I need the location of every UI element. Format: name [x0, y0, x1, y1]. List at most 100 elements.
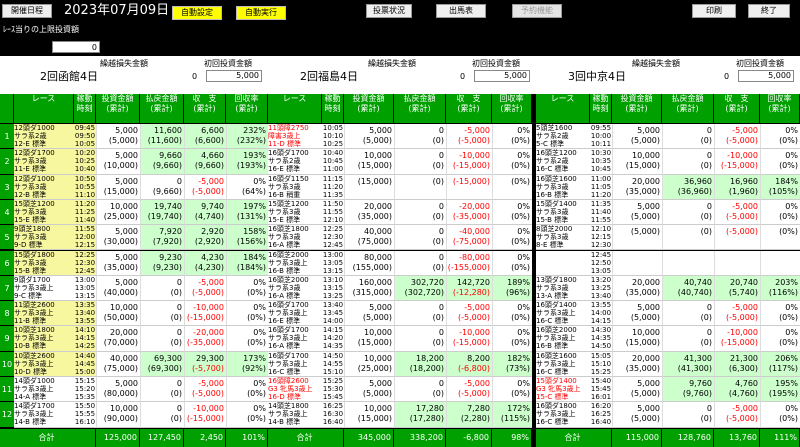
time-line: 09:45 [74, 124, 96, 132]
race-info[interactable]: 16頭ダ1400 サラ系3歳上 16-C 標準 [536, 301, 590, 327]
invest-col-header: 投資金額 (累計) [96, 94, 140, 124]
value-line: (0%) [761, 161, 798, 171]
race-info[interactable]: 16頭ダ1700 サラ系3歳上 16-C 標準 [268, 351, 322, 377]
schedule-button[interactable]: 開催日程 [2, 4, 52, 18]
value-text: 0 [176, 277, 182, 287]
value-text: 36,960 [684, 176, 712, 186]
first-invest-input[interactable]: 5,000 [474, 70, 530, 82]
race-info[interactable]: 16頭芝1200 サラ系2歳 16-C 標準 [536, 149, 590, 175]
race-info[interactable]: 15頭芝1200 サラ系3歳 15-E 標準 [14, 199, 74, 226]
race-info-line: 15頭芝1200 [14, 199, 55, 208]
balance-cell: -5,000 (-5,000) [714, 124, 760, 150]
race-info[interactable]: 14頭ダ1700 サラ系3歳上 14-B 標準 [14, 402, 74, 428]
race-info[interactable] [536, 250, 590, 276]
value-text: (0%) [511, 211, 530, 221]
race-time: 13:35 13:40 13:55 [74, 301, 96, 327]
race-info[interactable]: 16頭芝2000 サラ系3歳上 16-B 標準 [536, 326, 590, 352]
race-info[interactable]: 13頭ダ1800 サラ系3歳 13-A 標準 [536, 275, 590, 302]
value-text: 0 [176, 379, 182, 388]
race-info[interactable]: 12頭ダ1700 サラ系3歳 11-E 標準 [14, 149, 74, 175]
race-info[interactable]: 16頭ダ1700 サラ系3歳上 16-A 標準 [268, 326, 322, 352]
race-info[interactable]: 15頭ダ1400 G3 牝馬3歳上 15-C 標準 [536, 377, 590, 403]
race-info-line: サラ系3歳上 [14, 359, 54, 368]
value-text: 19,740 [154, 201, 182, 211]
race-info[interactable]: 16頭ダ1700 サラ系2歳 16-E 標準 [268, 149, 322, 175]
race-info[interactable]: 5頭芝1600 サラ系2歳 5-C 標準 [536, 124, 590, 150]
time-line: 10:20 [74, 149, 96, 158]
race-info[interactable]: 8頭芝2000 サラ系3歳 8-E 標準 [536, 225, 590, 251]
time-line: 15:20 [74, 385, 96, 393]
race-info-line: 15-C 標準 [536, 393, 569, 401]
race-info[interactable]: 15頭ダ1800 サラ系3歳 15-B 標準 [14, 250, 74, 276]
race-info[interactable]: 12頭ダ1000 サラ系2歳 12-E 標準 [14, 124, 74, 150]
race-info[interactable]: 10頭芝1800 サラ系3歳上 10-B 標準 [14, 326, 74, 352]
value-text: 20,000 [632, 176, 660, 186]
race-info[interactable]: 16頭芝2000 サラ系3歳上 16-B 標準 [268, 250, 322, 276]
value-text: (6,600) [194, 136, 224, 145]
value-text: (-5,700) [191, 363, 224, 373]
time-line: 13:15 [74, 291, 96, 300]
value-line: 8,200 [447, 354, 490, 364]
time-line: 10:05 [74, 140, 96, 148]
auto-run-button[interactable]: 自動実行 [236, 6, 286, 20]
time-line: 13:45 [322, 309, 344, 318]
time-line: 12:45 [590, 250, 612, 259]
value-line: (184%) [227, 263, 266, 273]
value-line: (-5,000) [715, 414, 758, 424]
value-text: (35,000) [625, 186, 660, 196]
time-line: 14:00 [590, 309, 612, 318]
value-text: 0% [253, 303, 266, 313]
race-info[interactable]: 16頭ダ1150 サラ系3歳 16-B 稍重 [268, 174, 322, 200]
value-text: (0%) [511, 389, 530, 398]
time-line: 10:30 [590, 149, 612, 158]
limit-input[interactable]: 0 [52, 41, 100, 53]
race-number: 11 [0, 377, 14, 403]
race-time: 13:00 13:05 13:15 [74, 275, 96, 302]
race-info[interactable]: 9頭ダ1700 サラ系3歳上 9-C 標準 [14, 275, 74, 302]
race-info[interactable]: 16頭ダ1700 サラ系3歳上 16-E 標準 [268, 301, 322, 327]
payout-cell: 0 (0) [140, 301, 184, 327]
value-line: (5,000) [345, 389, 392, 399]
print-button[interactable]: 印刷 [692, 4, 736, 18]
invest-cell: 10,000 (15,000) [344, 402, 394, 428]
value-line: (0%) [493, 313, 530, 323]
race-info[interactable]: 16頭芝1600 サラ系3歳上 16-C 標準 [536, 351, 590, 377]
race-info[interactable]: 14頭芝1800 サラ系3歳上 14-B 標準 [268, 402, 322, 428]
entries-button[interactable]: 出馬表 [436, 4, 486, 18]
race-info-line: 16頭ダ1700 [268, 351, 309, 360]
race-info[interactable]: 16頭芝1600 サラ系3歳 16-B 標準 [536, 174, 590, 200]
time-line: 10:45 [590, 165, 612, 174]
reserve-button[interactable]: 予約機能 [512, 4, 562, 18]
value-line: 0% [493, 303, 530, 313]
time-line: 10:00 [590, 132, 612, 140]
race-info[interactable]: 15頭ダ1400 サラ系3歳 15-B 標準 [536, 199, 590, 226]
value-text: (9,660) [194, 161, 224, 171]
race-info[interactable]: 12頭ダ1000 サラ系3歳 12-B 標準 [14, 174, 74, 200]
value-line: 36,960 [663, 177, 712, 187]
race-info[interactable]: 16頭芝2000 サラ系3歳 16-A 標準 [268, 275, 322, 302]
vote-status-button[interactable]: 投票状況 [366, 4, 412, 18]
first-invest-input[interactable]: 5,000 [738, 70, 794, 82]
race-info[interactable]: 16頭芝1800 サラ系3歳 16-A 標準 [268, 225, 322, 251]
value-line: -10,000 [715, 151, 758, 161]
race-info[interactable]: 14頭ダ1000 サラ系3歳上 14-A 標準 [14, 377, 74, 403]
value-text: -40,000 [459, 227, 490, 237]
auto-setting-button[interactable]: 自動設定 [172, 6, 222, 20]
race-info[interactable]: 11頭芝2600 サラ系3歳上 11-B 標準 [14, 301, 74, 327]
value-text: 5,000 [369, 303, 392, 313]
race-info[interactable]: 10頭芝2600 サラ系3歳上 10-D 標準 [14, 351, 74, 377]
race-info[interactable]: 16頭ダ1800 サラ系3歳上 16-C 標準 [536, 402, 590, 428]
race-info[interactable]: 16頭障2600 G3 牝馬3歳上 16-D 標準 [268, 377, 322, 403]
exit-button[interactable]: 終了 [748, 4, 790, 18]
value-line: (73%) [493, 364, 530, 374]
first-invest-input[interactable]: 5,000 [206, 70, 262, 82]
rate-cell: 0% (0%) [760, 149, 800, 175]
race-info[interactable]: 9頭芝1800 サラ系3歳 9-D 標準 [14, 225, 74, 251]
value-line: (-15,000) [447, 338, 490, 348]
race-info[interactable]: 15頭芝1200 サラ系3歳 15-E 標準 [268, 199, 322, 226]
value-line: 184% [761, 177, 798, 187]
time-line: 13:55 [590, 301, 612, 310]
carryover-loss-value: 0 [192, 72, 198, 81]
value-line: 20,000 [613, 177, 660, 187]
race-info[interactable]: 11頭障2750 障害3歳上 11-D 標準 [268, 124, 322, 150]
